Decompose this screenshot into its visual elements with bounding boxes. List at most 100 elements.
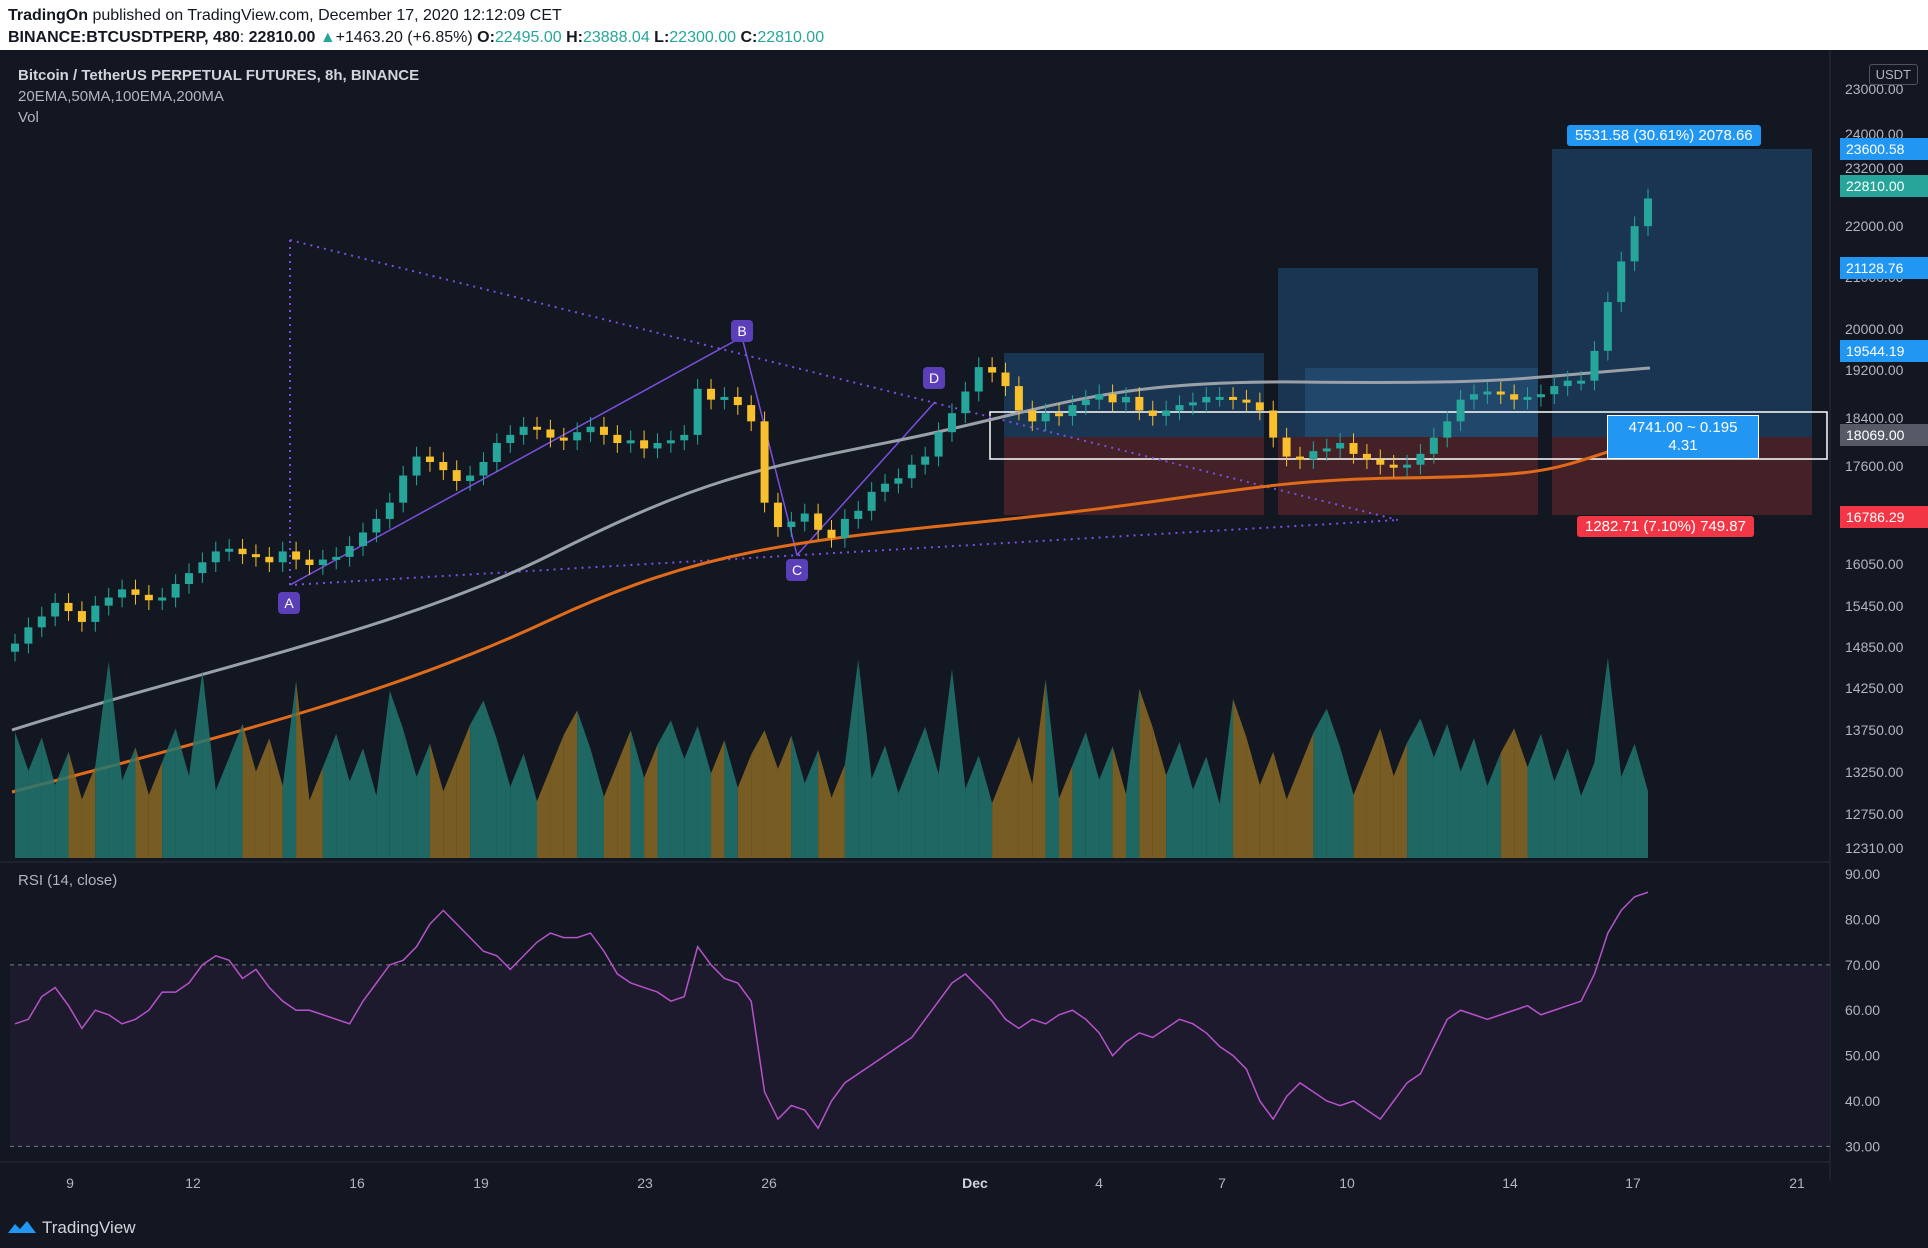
rsi-tick-label: 80.00 (1845, 911, 1880, 927)
price-tick-label: 12750.00 (1845, 806, 1904, 822)
time-tick-label: 17 (1625, 1175, 1641, 1191)
pattern-label-b: B (731, 320, 753, 342)
candle-body (1202, 396, 1211, 403)
volume-area (1313, 708, 1327, 858)
candle-body (1081, 399, 1090, 406)
time-tick-label: 12 (185, 1175, 201, 1191)
pattern-label-c: C (786, 559, 808, 581)
low-value: 22300.00 (669, 29, 737, 46)
indicator-legend[interactable]: 20EMA,50MA,100EMA,200MA (18, 88, 224, 105)
candle-body (961, 391, 970, 414)
candle-body (1162, 410, 1171, 416)
candle-body (680, 434, 689, 441)
candle-body (1510, 394, 1519, 400)
candle-body (1416, 453, 1425, 465)
candle-body (840, 518, 849, 538)
price-tick-label: 14250.00 (1845, 680, 1904, 696)
price-tag-entry: 18069.00 (1840, 424, 1928, 446)
candle-body (1429, 437, 1438, 454)
candle-body (1617, 261, 1626, 303)
tradingview-logo[interactable]: TradingView (8, 1218, 136, 1238)
candle-body (51, 602, 60, 617)
candle-body (1055, 413, 1064, 417)
candle-body (385, 502, 394, 519)
high-value: 23888.04 (582, 29, 650, 46)
time-tick-label: 21 (1789, 1175, 1805, 1191)
volume-area (470, 700, 484, 858)
chart-canvas[interactable]: 23000.0024000.0023200.0022000.0021000.00… (0, 50, 1928, 1220)
candle-body (640, 440, 649, 449)
candle-body (1295, 456, 1304, 460)
candle-body (546, 429, 555, 438)
candle-body (225, 548, 234, 552)
rsi-band (10, 964, 1830, 1147)
candle-body (452, 470, 461, 481)
rsi-tick-label: 40.00 (1845, 1093, 1880, 1109)
candle-body (1188, 402, 1197, 406)
candle-body (1523, 396, 1532, 400)
volume-area (1407, 718, 1421, 858)
candle-body (1041, 413, 1050, 422)
candle-body (1068, 405, 1077, 416)
candle-body (1242, 399, 1251, 403)
price-tick-label: 15450.00 (1845, 598, 1904, 614)
candle-body (854, 510, 863, 519)
candle-body (720, 396, 729, 400)
candle-body (292, 551, 301, 560)
candle-body (573, 432, 582, 441)
candle-body (1001, 372, 1010, 387)
price-tick-label: 17600.00 (1845, 458, 1904, 474)
price-tag-last: 22810.00 (1840, 175, 1928, 197)
candle-body (372, 518, 381, 533)
candle-body (921, 456, 930, 465)
stop-label: 1282.71 (7.10%) 749.87 (1577, 516, 1754, 537)
candle-body (599, 426, 608, 435)
candle-body (827, 529, 836, 538)
candle-body (11, 643, 19, 652)
candle-body (131, 589, 140, 595)
candle-body (77, 611, 86, 622)
candle-body (626, 440, 635, 444)
candle-body (425, 456, 434, 462)
publisher-name[interactable]: TradingOn (8, 7, 88, 24)
currency-label[interactable]: USDT (1868, 64, 1918, 85)
time-tick-label: 16 (349, 1175, 365, 1191)
candle-body (894, 478, 903, 484)
price-tick-label: 23200.00 (1845, 160, 1904, 176)
candle-body (332, 556, 341, 560)
candle-body (947, 413, 956, 433)
price-tick-label: 16050.00 (1845, 556, 1904, 572)
close-value: 22810.00 (757, 29, 825, 46)
open-label: O: (477, 29, 495, 46)
last-price: 22810.00 (248, 29, 316, 46)
price-tick-label: 20000.00 (1845, 321, 1904, 337)
candle-body (1469, 394, 1478, 400)
rsi-legend[interactable]: RSI (14, close) (18, 872, 117, 889)
chart-area[interactable]: 23000.0024000.0023200.0022000.0021000.00… (0, 50, 1928, 1220)
target-label: 5531.58 (30.61%) 2078.66 (1567, 125, 1761, 146)
candle-body (91, 605, 100, 622)
candle-body (171, 583, 180, 598)
price-tag-target: 23600.58 (1840, 138, 1928, 160)
volume-area (563, 710, 578, 858)
candle-body (1577, 380, 1586, 384)
price-tick-label: 14850.00 (1845, 639, 1904, 655)
low-label: L: (654, 29, 670, 46)
candle-body (586, 426, 595, 433)
candle-body (1121, 396, 1130, 403)
volume-area (657, 720, 671, 858)
candle-body (345, 546, 354, 557)
publish-header: TradingOn published on TradingView.com, … (0, 0, 1928, 50)
target-zone-3 (1552, 149, 1812, 437)
candle-body (198, 562, 207, 574)
tradingview-icon (8, 1221, 36, 1233)
candle-body (800, 513, 809, 522)
candle-body (64, 602, 73, 612)
candle-body (1309, 451, 1318, 460)
candle-body (934, 432, 943, 457)
footer: TradingView (0, 1208, 1928, 1248)
candle-body (1014, 386, 1023, 411)
candle-body (974, 367, 983, 392)
price-tag-level-2: 19544.19 (1840, 340, 1928, 362)
volume-legend[interactable]: Vol (18, 109, 39, 126)
